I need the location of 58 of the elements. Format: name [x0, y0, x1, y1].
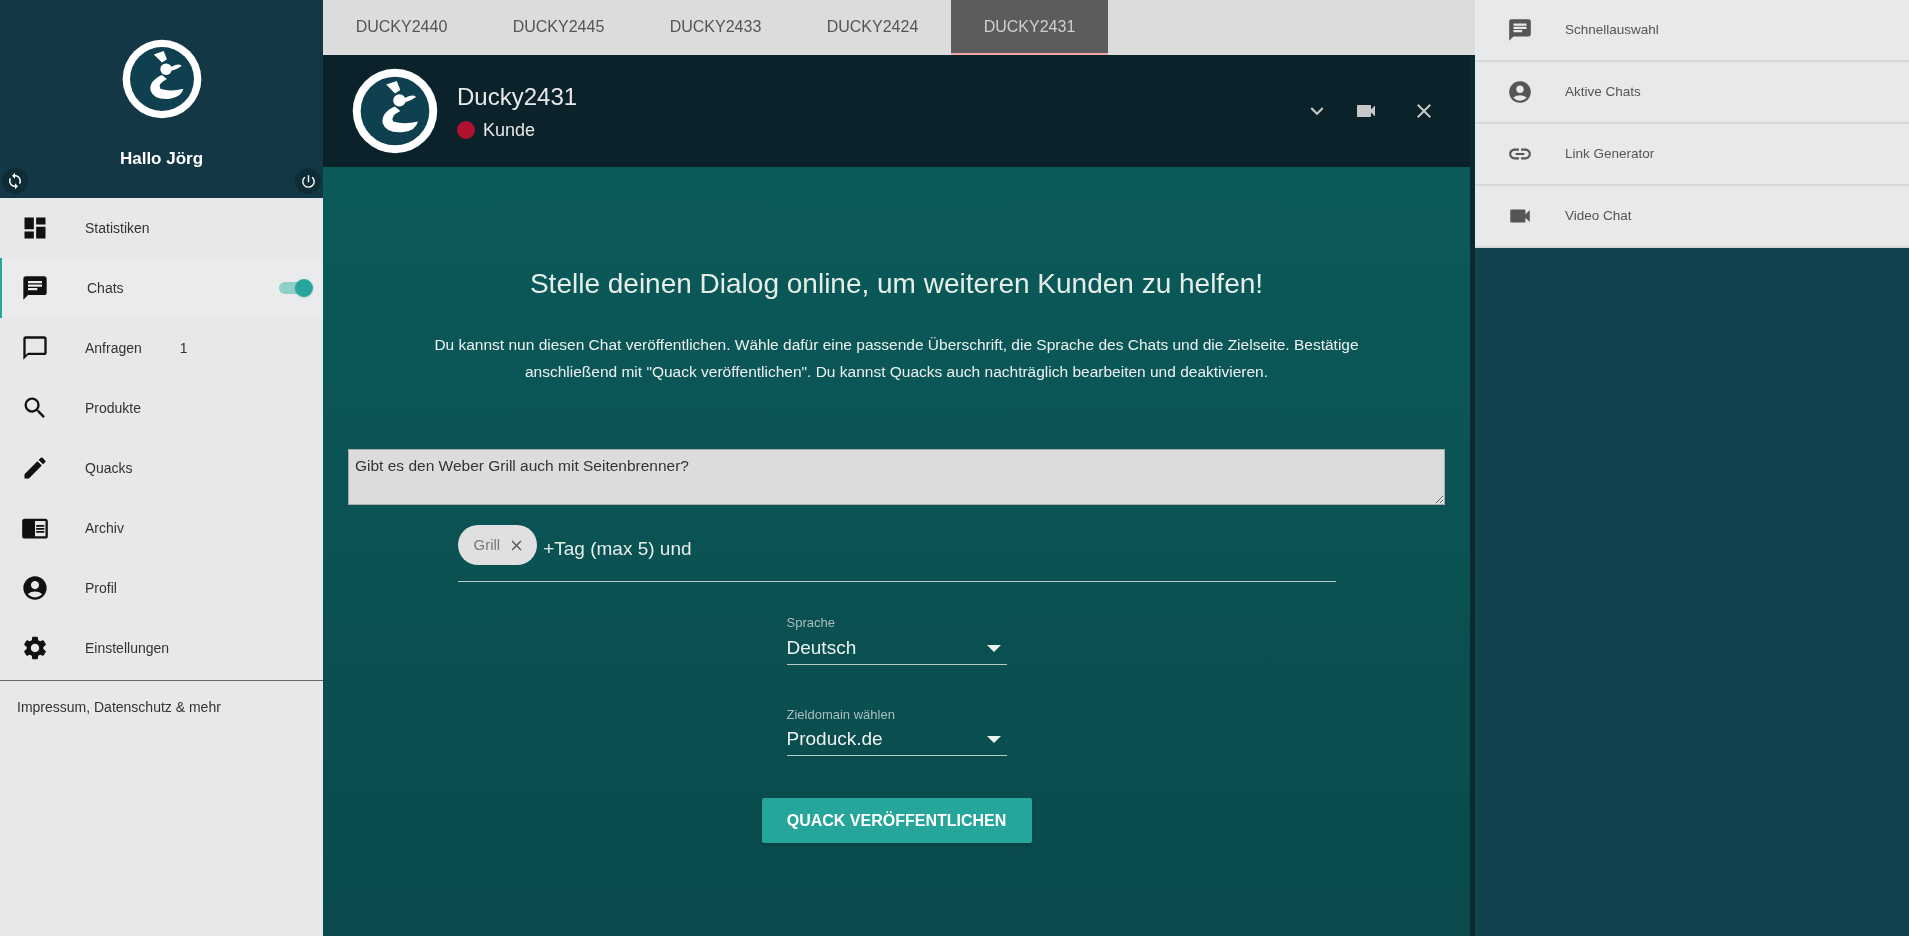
nav-item[interactable]: Anfragen 1 — [0, 318, 323, 378]
select-value: Deutsch — [786, 635, 857, 660]
quick-menu-label: Link Generator — [1565, 144, 1655, 163]
chat-toggle[interactable] — [279, 278, 313, 298]
greeting: Hallo Jörg — [119, 148, 204, 170]
nav-item[interactable]: Einstellungen — [0, 618, 323, 678]
publish-description: Du kannst nun diesen Chat veröffentlichen. Wähle dafür eine passende Überschrift, die Sprache des Chats und die Zielseite. Bestätige anschließend mit "Quack veröffentlichen". Du kannst Quacks auch nachträglich bearbeiten und deaktivieren. — [433, 335, 1360, 382]
request-count: 1 — [179, 338, 188, 358]
nav-item[interactable]: Quacks — [0, 438, 323, 498]
chat-bubble-icon — [21, 334, 49, 362]
quick-menu-label: Aktive Chats — [1565, 82, 1641, 101]
quick-menu-item[interactable]: Video Chat — [1475, 186, 1909, 248]
select-field[interactable]: Produck.de — [786, 724, 1007, 756]
dropdown-caret-icon — [986, 736, 1001, 743]
chat-tab[interactable]: DUCKY2424 — [794, 0, 951, 55]
quick-menu-label: Schnellauswahl — [1565, 20, 1659, 39]
select-field[interactable]: Deutsch — [786, 632, 1007, 665]
select-value: Produck.de — [786, 727, 883, 752]
chat-tab[interactable]: DUCKY2433 — [637, 0, 794, 55]
nav-label: Produkte — [85, 398, 142, 418]
chat-icon — [21, 274, 49, 302]
chat-name: Ducky2431 — [457, 81, 578, 112]
profile-icon — [21, 574, 49, 602]
nav-item[interactable]: Statistiken — [0, 198, 323, 258]
quick-menu-item[interactable]: Aktive Chats — [1475, 62, 1909, 124]
person-icon — [1507, 79, 1533, 105]
nav-item[interactable]: Archiv — [0, 498, 323, 558]
select-label: Sprache — [786, 614, 836, 632]
quick-menu-item[interactable]: Link Generator — [1475, 124, 1909, 186]
nav-label: Profil — [85, 578, 117, 598]
power-icon — [299, 172, 317, 190]
nav-label: Statistiken — [85, 218, 150, 238]
nav-item[interactable]: Produkte — [0, 378, 323, 438]
nav-label: Quacks — [85, 458, 133, 478]
tag-placeholder: +Tag (max 5) und — [543, 537, 692, 561]
footer-link[interactable]: Impressum, Datenschutz & mehr — [17, 699, 221, 715]
power-button[interactable] — [295, 168, 321, 194]
tag-input[interactable]: Grill +Tag (max 5) und — [457, 525, 1336, 582]
refresh-icon — [6, 172, 24, 190]
nav-label: Archiv — [85, 518, 124, 538]
tag-label: Grill — [473, 534, 501, 555]
quick-menu-item[interactable]: Schnellauswahl — [1475, 0, 1909, 62]
status-label: Kunde — [483, 118, 536, 142]
chat-tab[interactable]: DUCKY2440 — [323, 0, 480, 55]
settings-icon — [21, 634, 49, 662]
nav-label: Chats — [87, 278, 124, 298]
nav-item[interactable]: Profil — [0, 558, 323, 618]
nav-label: Einstellungen — [85, 638, 170, 658]
dropdown-caret-icon — [986, 644, 1001, 652]
nav-label: Anfragen — [85, 338, 142, 358]
question-field[interactable]: Gibt es den Weber Grill auch mit Seitenbrenner? — [348, 449, 1445, 505]
chat-tab[interactable]: DUCKY2445 — [480, 0, 637, 55]
refresh-button[interactable] — [2, 168, 28, 194]
publish-heading: Stelle deinen Dialog online, um weiteren Kunden zu helfen! — [529, 267, 1264, 301]
select-label: Zieldomain wählen — [786, 705, 896, 724]
quick-menu-label: Video Chat — [1565, 206, 1632, 225]
chat-tab[interactable]: DUCKY2431 — [951, 0, 1108, 55]
message-icon — [1507, 17, 1533, 43]
